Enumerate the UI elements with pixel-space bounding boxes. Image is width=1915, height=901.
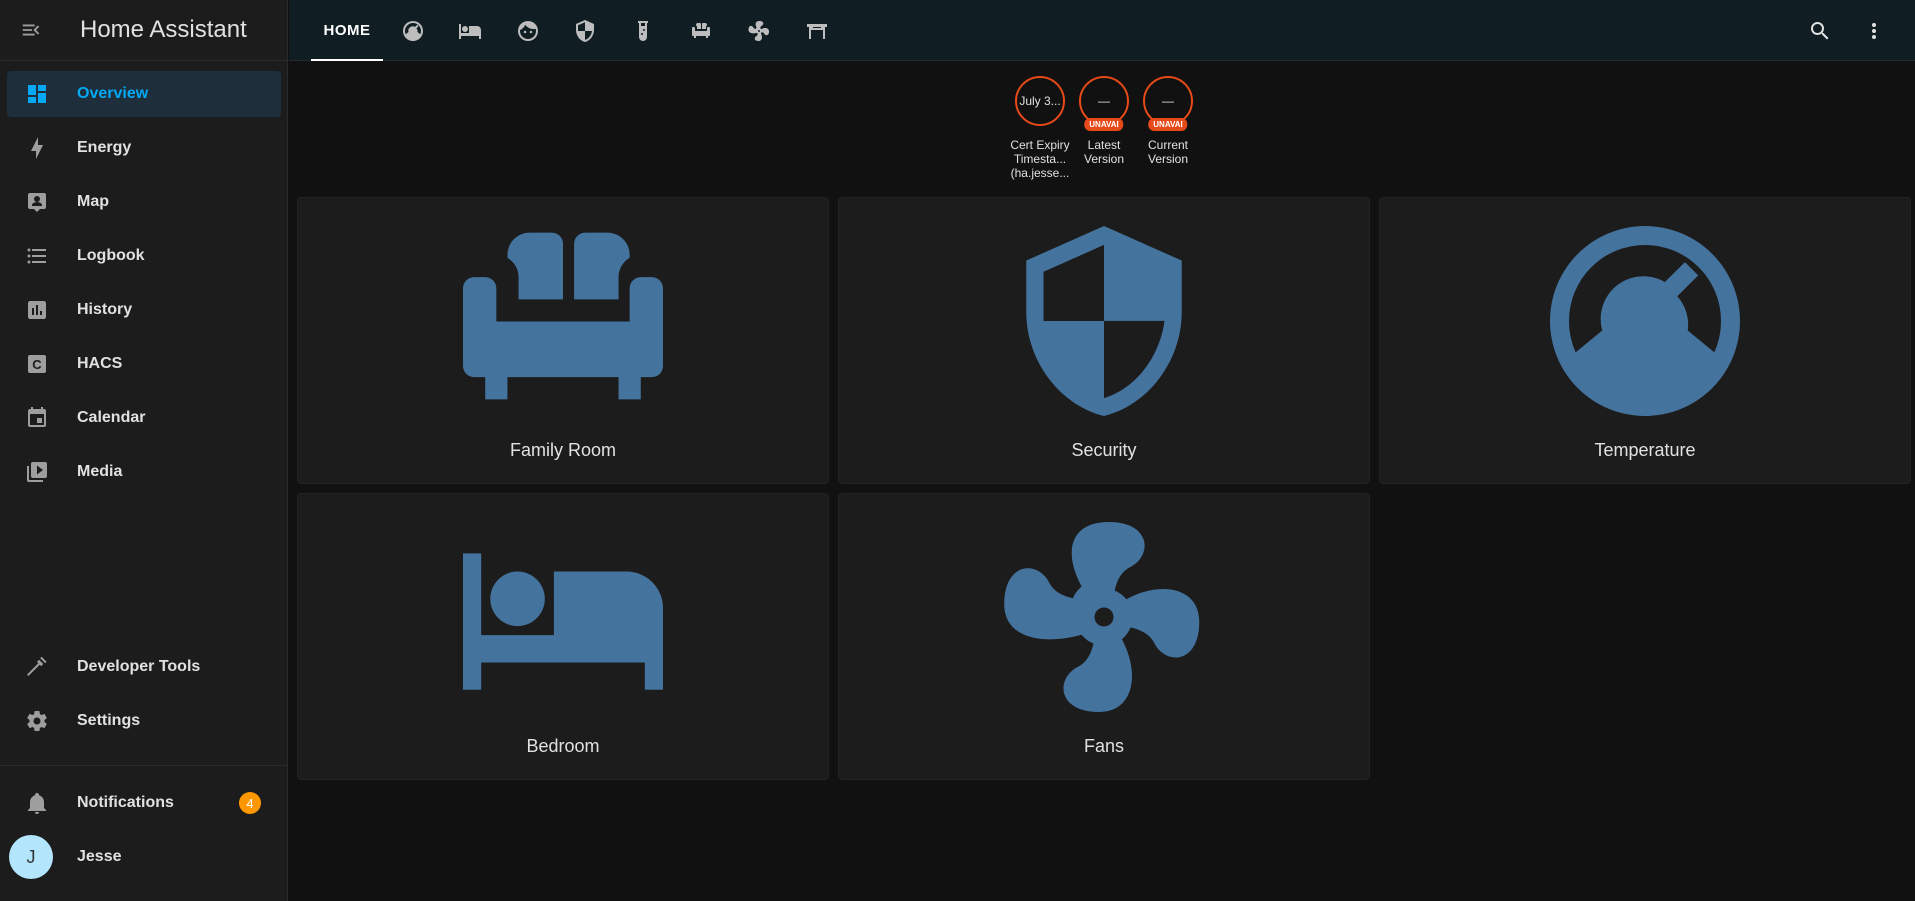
card-temperature[interactable]: Temperature xyxy=(1379,197,1911,484)
test-tube-icon xyxy=(638,20,648,41)
face-icon xyxy=(518,20,538,41)
sidebar-item-label: Logbook xyxy=(77,247,145,264)
sidebar-item-label: Settings xyxy=(77,712,141,729)
sidebar-item-energy[interactable]: Energy xyxy=(7,125,281,171)
tab-temperature[interactable] xyxy=(389,0,437,61)
badge-unavailable-label: UNAVAI xyxy=(1148,118,1188,131)
sidebar-item-label: Developer Tools xyxy=(77,658,201,675)
tab-bedroom[interactable] xyxy=(446,0,494,61)
sidebar-divider xyxy=(0,765,288,766)
gauge-icon xyxy=(1550,226,1740,416)
cert-expiry-badge[interactable]: July 3... Cert Expiry Timesta... (ha.jes… xyxy=(1009,76,1071,180)
calendar-icon xyxy=(28,407,46,427)
badge-value: July 3... xyxy=(1019,94,1061,108)
card-name: Bedroom xyxy=(526,736,600,756)
sidebar-header: Home Assistant xyxy=(0,0,287,61)
latest-version-badge[interactable]: — UNAVAI Latest Version xyxy=(1073,76,1135,166)
bed-icon xyxy=(463,553,663,690)
badge-name: Current Version xyxy=(1147,138,1189,166)
badge-name: Latest Version xyxy=(1083,138,1125,166)
card-security[interactable]: Security xyxy=(838,197,1370,484)
sidebar-item-label: Media xyxy=(77,463,123,480)
chart-box-icon xyxy=(28,301,46,319)
map-account-icon xyxy=(28,193,46,212)
sofa-icon xyxy=(463,232,663,400)
tab-test[interactable] xyxy=(619,0,667,61)
view-dashboard-icon xyxy=(28,85,46,103)
card-name: Fans xyxy=(1083,736,1125,756)
hacs-icon: C xyxy=(28,355,46,373)
tab-fans[interactable] xyxy=(735,0,783,61)
shield-half-icon xyxy=(1026,226,1182,416)
sidebar-item-label: Notifications xyxy=(77,794,174,811)
card-fans[interactable]: Fans xyxy=(838,493,1370,780)
app-title: Home Assistant xyxy=(80,16,247,43)
svg-text:C: C xyxy=(32,357,42,372)
card-name: Security xyxy=(1071,440,1137,460)
sidebar-item-user[interactable]: J Jesse xyxy=(7,834,281,880)
play-box-multiple-icon xyxy=(27,462,47,482)
badge-value: — xyxy=(1098,94,1110,108)
current-version-badge[interactable]: — UNAVAI Current Version xyxy=(1137,76,1199,166)
lightning-bolt-icon xyxy=(31,137,43,159)
sidebar-item-overview[interactable]: Overview xyxy=(7,71,281,117)
badge-value: — xyxy=(1162,94,1174,108)
badge-circle: July 3... xyxy=(1015,76,1065,126)
notification-count-badge: 4 xyxy=(239,792,261,814)
card-bedroom[interactable]: Bedroom xyxy=(297,493,829,780)
card-family-room[interactable]: Family Room xyxy=(297,197,829,484)
sidebar-item-map[interactable]: Map xyxy=(7,179,281,225)
tab-furniture[interactable] xyxy=(793,0,841,61)
sidebar-item-label: Calendar xyxy=(77,409,146,426)
fan-icon xyxy=(1004,522,1200,712)
bed-icon xyxy=(459,23,481,39)
top-bar: HOME xyxy=(289,0,1915,61)
badge-circle: — UNAVAI xyxy=(1079,76,1129,131)
cog-icon xyxy=(27,711,47,731)
tab-face[interactable] xyxy=(504,0,552,61)
sidebar-item-label: HACS xyxy=(77,355,123,372)
sidebar-item-label: History xyxy=(77,301,133,318)
sofa-icon xyxy=(692,22,710,38)
sidebar-item-settings[interactable]: Settings xyxy=(7,698,281,744)
sidebar-item-developer-tools[interactable]: Developer Tools xyxy=(7,644,281,690)
card-name: Family Room xyxy=(509,440,616,460)
sidebar-item-notifications[interactable]: Notifications 4 xyxy=(7,780,281,826)
gauge-icon xyxy=(403,20,423,41)
table-furniture-icon xyxy=(807,23,827,39)
sidebar-item-label: Map xyxy=(77,193,109,210)
format-list-bulleted-icon xyxy=(27,248,46,264)
menu-open-icon xyxy=(22,24,40,36)
sidebar: Home Assistant Overview Energy Map Logbo… xyxy=(0,0,288,901)
avatar: J xyxy=(9,835,53,879)
dots-vertical-icon xyxy=(1872,22,1876,39)
sidebar-item-calendar[interactable]: Calendar xyxy=(7,395,281,441)
search-button[interactable] xyxy=(1796,0,1844,61)
sidebar-item-history[interactable]: History xyxy=(7,287,281,333)
badge-circle: — UNAVAI xyxy=(1143,76,1193,131)
bell-icon xyxy=(28,793,46,814)
menu-toggle-button[interactable] xyxy=(0,0,62,61)
tab-family-room[interactable] xyxy=(677,0,725,61)
sidebar-item-label: Energy xyxy=(77,139,132,156)
badge-name: Cert Expiry Timesta... (ha.jesse... xyxy=(1010,138,1070,180)
fan-icon xyxy=(748,20,770,41)
sidebar-item-hacs[interactable]: C HACS xyxy=(7,341,281,387)
shield-icon xyxy=(576,19,594,42)
sidebar-item-logbook[interactable]: Logbook xyxy=(7,233,281,279)
tab-home[interactable]: HOME xyxy=(311,0,383,61)
badge-unavailable-label: UNAVAI xyxy=(1084,118,1124,131)
card-name: Temperature xyxy=(1594,440,1696,460)
tab-security[interactable] xyxy=(561,0,609,61)
sidebar-item-media[interactable]: Media xyxy=(7,449,281,495)
hammer-icon xyxy=(27,656,47,677)
overflow-menu-button[interactable] xyxy=(1850,0,1898,61)
search-icon xyxy=(1811,21,1829,39)
sidebar-item-label: Overview xyxy=(77,85,149,102)
user-name: Jesse xyxy=(77,848,122,865)
